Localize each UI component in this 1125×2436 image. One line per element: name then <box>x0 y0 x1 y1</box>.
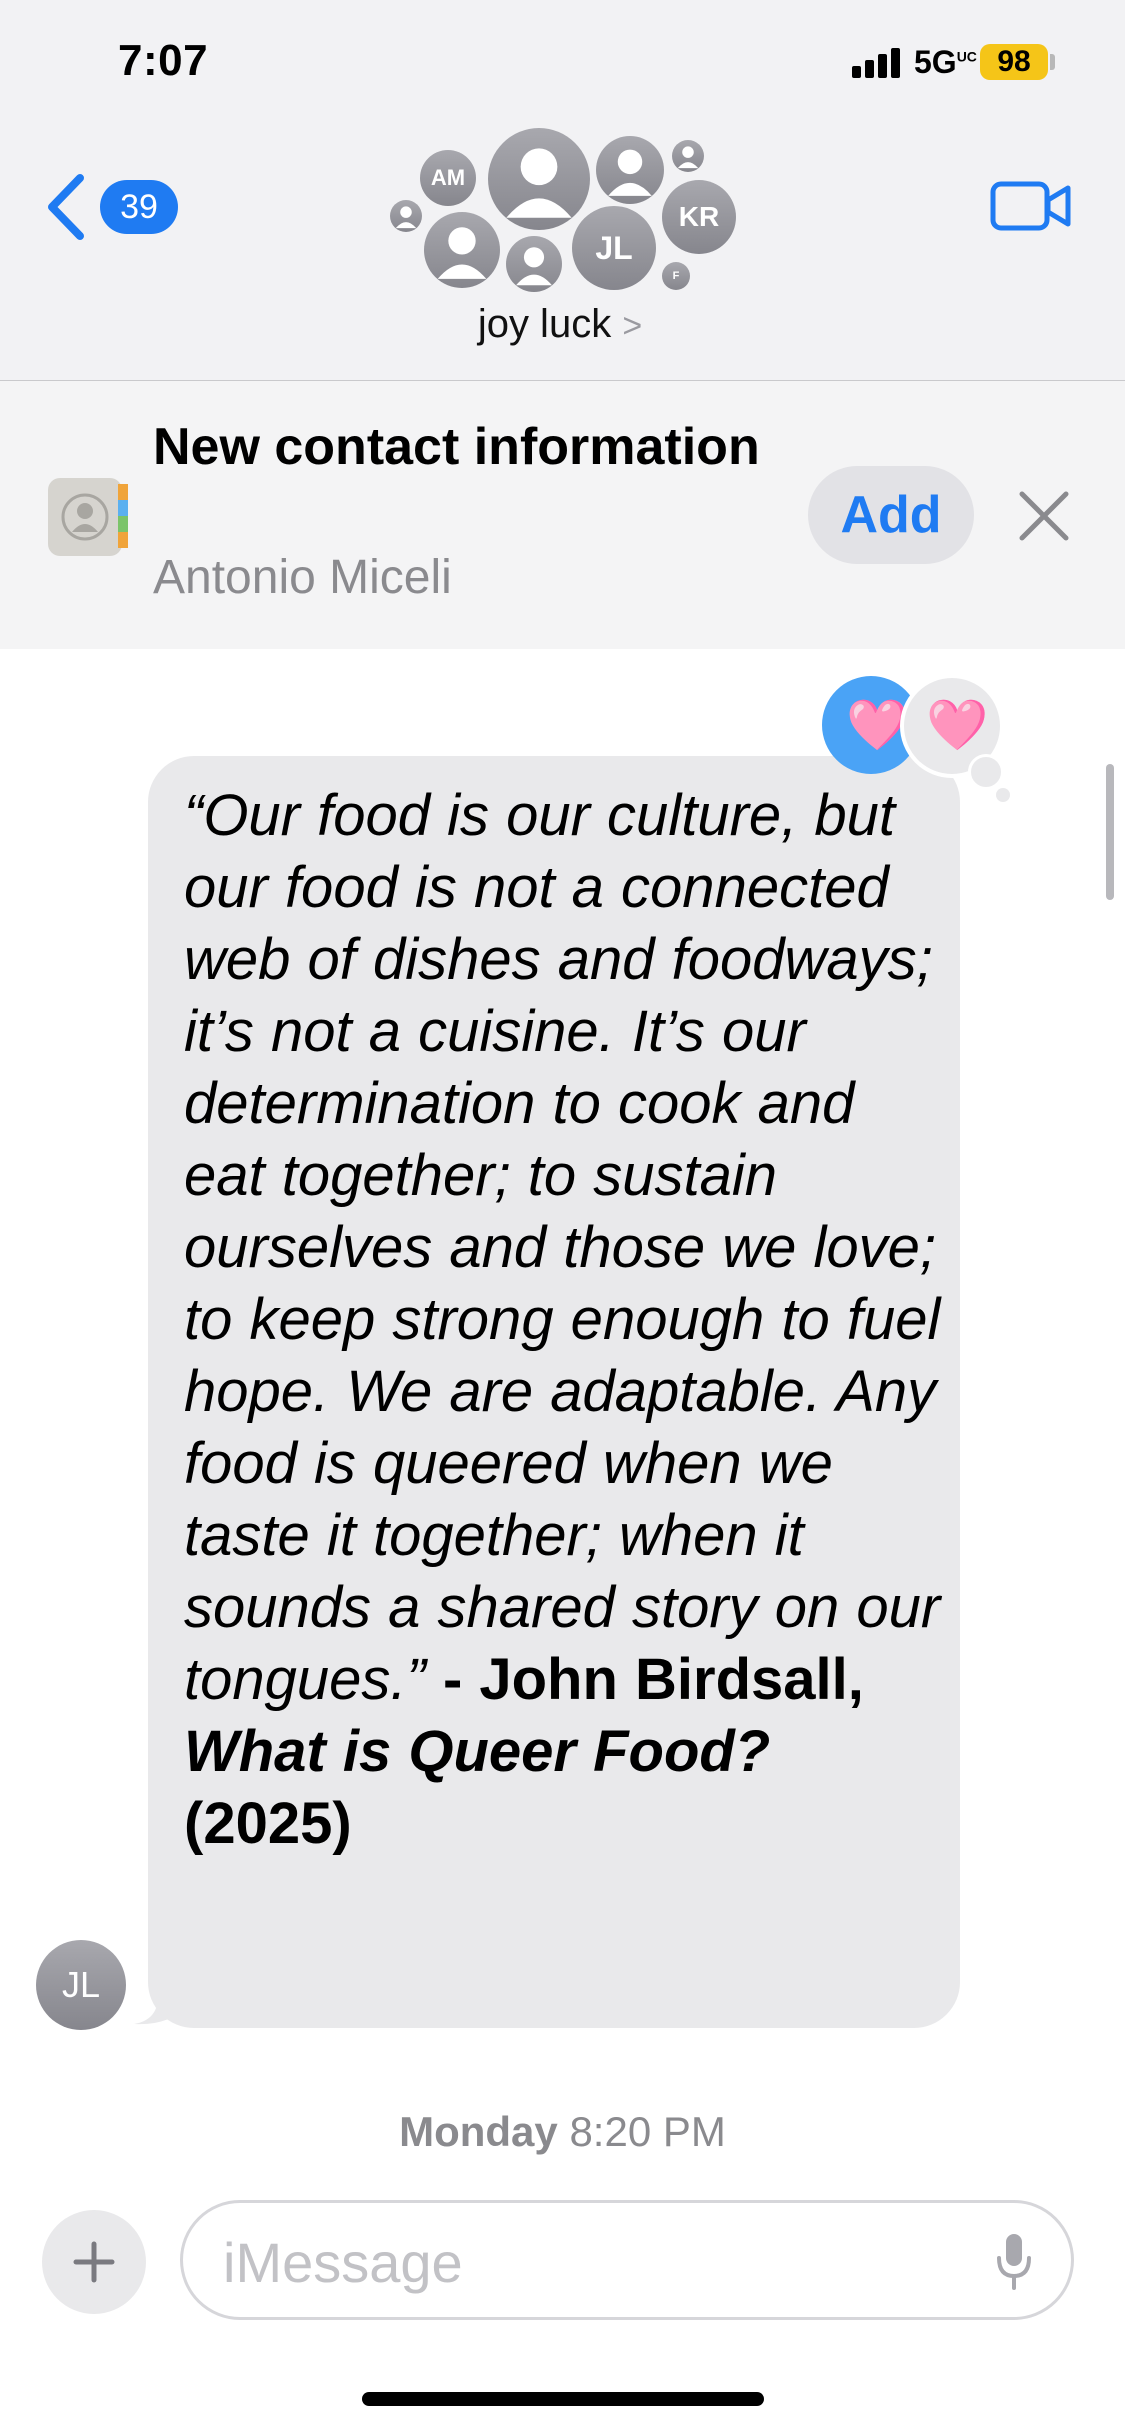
video-call-icon[interactable] <box>990 178 1072 234</box>
avatar-person-medium <box>596 136 664 204</box>
avatar-person-tiny <box>672 140 704 172</box>
avatar-am: AM <box>420 150 476 206</box>
timestamp-time: 8:20 PM <box>569 2108 726 2155</box>
sender-avatar[interactable]: JL <box>36 1940 126 2030</box>
battery-level: 98 <box>997 45 1031 78</box>
avatar-f: F <box>662 262 690 290</box>
heart-icon: 🩷 <box>926 697 989 753</box>
battery-icon: 98 <box>980 44 1048 80</box>
avatar-kr: KR <box>662 180 736 254</box>
home-indicator[interactable] <box>362 2392 764 2406</box>
message-text: “Our food is our culture, but our food i… <box>184 780 944 1860</box>
message-input-container[interactable] <box>180 2200 1074 2320</box>
avatar-person-small <box>390 200 422 232</box>
heart-icon: 🩷 <box>846 697 909 753</box>
tapback-tail-dot-small <box>996 788 1010 802</box>
tapback-tail-dot <box>968 754 1004 790</box>
contact-name: Antonio Miceli <box>153 551 452 604</box>
bubble-tail <box>134 1976 188 2025</box>
contacts-app-icon <box>48 478 128 556</box>
avatar-person-left <box>424 212 500 288</box>
quote-year: (2025) <box>184 1791 352 1856</box>
quote-author: - John Birdsall, <box>425 1647 864 1712</box>
add-contact-button[interactable]: Add <box>808 466 974 564</box>
plus-button[interactable] <box>42 2210 146 2314</box>
microphone-icon[interactable] <box>994 2232 1034 2292</box>
plus-icon <box>73 2241 115 2283</box>
signal-icon <box>852 48 908 78</box>
quote-text: “Our food is our culture, but our food i… <box>184 783 941 1712</box>
group-name-label: joy luck <box>477 302 612 346</box>
chevron-right-icon: > <box>622 307 643 345</box>
network-label: 5GUC <box>914 44 977 80</box>
message-timestamp: Monday 8:20 PM <box>0 2108 1125 2156</box>
close-icon[interactable] <box>1016 488 1072 544</box>
status-time: 7:07 <box>118 36 209 85</box>
quote-book-title: What is Queer Food? <box>184 1719 771 1784</box>
status-bar: 7:07 5GUC 98 <box>0 0 1125 120</box>
avatar-person-large <box>488 128 590 230</box>
timestamp-day: Monday <box>399 2108 558 2155</box>
message-input[interactable] <box>221 2225 925 2299</box>
avatar-jl: JL <box>572 206 656 290</box>
unread-count-badge[interactable]: 39 <box>100 180 178 234</box>
scroll-indicator[interactable] <box>1106 764 1114 900</box>
group-name[interactable]: joy luck > <box>440 302 680 347</box>
avatar-person-bottom <box>506 236 562 292</box>
back-chevron-icon[interactable] <box>46 172 86 242</box>
contact-title: New contact information <box>153 418 760 476</box>
battery-tip <box>1050 54 1055 70</box>
